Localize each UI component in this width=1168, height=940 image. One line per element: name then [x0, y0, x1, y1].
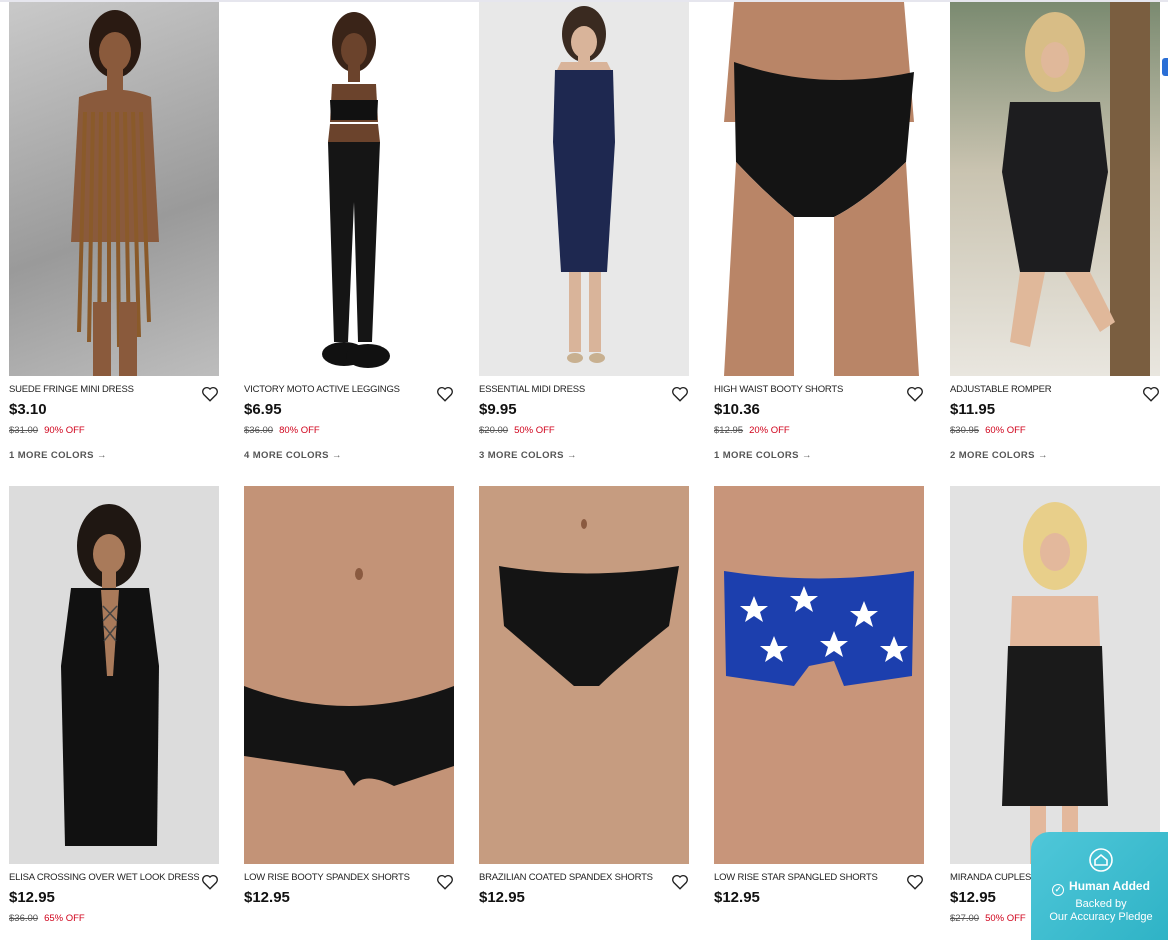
heart-outline-icon[interactable] — [671, 385, 689, 403]
product-image[interactable] — [9, 486, 219, 864]
product-image[interactable] — [479, 2, 689, 376]
product-card[interactable]: ADJUSTABLE ROMPER $11.95 $30.95 60% OFF 2… — [950, 2, 1160, 472]
product-price: $9.95 — [479, 401, 517, 418]
original-price: $27.00 — [950, 913, 980, 924]
product-image[interactable] — [479, 486, 689, 864]
heart-outline-icon[interactable] — [906, 385, 924, 403]
product-image[interactable] — [950, 2, 1160, 376]
heart-outline-icon[interactable] — [201, 873, 219, 891]
product-price: $12.95 — [950, 889, 996, 906]
product-name[interactable]: BRAZILIAN COATED SPANDEX SHORTS — [479, 872, 669, 883]
product-name[interactable]: VICTORY MOTO ACTIVE LEGGINGS — [244, 384, 434, 395]
product-image[interactable] — [950, 486, 1160, 864]
more-colors-link[interactable]: 3 MORE COLORS → — [479, 450, 577, 461]
product-price: $12.95 — [479, 889, 525, 906]
product-name[interactable]: SUEDE FRINGE MINI DRESS — [9, 384, 199, 395]
discount-label: 50% OFF — [514, 425, 555, 436]
heart-outline-icon[interactable] — [906, 873, 924, 891]
heart-outline-icon[interactable] — [436, 873, 454, 891]
sale-info: $36.00 65% OFF — [9, 913, 85, 924]
product-name[interactable]: ELISA CROSSING OVER WET LOOK DRESS — [9, 872, 199, 883]
product-card[interactable]: ESSENTIAL MIDI DRESS $9.95 $20.00 50% OFF… — [479, 2, 689, 472]
more-colors-link[interactable]: 1 MORE COLORS → — [9, 450, 107, 461]
heart-outline-icon[interactable] — [1142, 385, 1160, 403]
discount-label: 20% OFF — [749, 425, 790, 436]
product-card[interactable]: SUEDE FRINGE MINI DRESS $3.10 $31.00 90% … — [9, 2, 219, 472]
sale-info: $31.00 90% OFF — [9, 425, 85, 436]
sale-info: $30.95 60% OFF — [950, 425, 1026, 436]
product-name[interactable]: LOW RISE STAR SPANGLED SHORTS — [714, 872, 904, 883]
discount-label: 80% OFF — [279, 425, 320, 436]
original-price: $31.00 — [9, 425, 39, 436]
sale-info: $20.00 50% OFF — [479, 425, 555, 436]
more-colors-link[interactable]: 4 MORE COLORS → — [244, 450, 342, 461]
original-price: $12.95 — [714, 425, 744, 436]
discount-label: 60% OFF — [985, 425, 1026, 436]
more-colors-link[interactable]: 1 MORE COLORS → — [714, 450, 812, 461]
discount-label: 90% OFF — [44, 425, 85, 436]
product-card[interactable]: VICTORY MOTO ACTIVE LEGGINGS $6.95 $36.0… — [244, 2, 454, 472]
heart-outline-icon[interactable] — [671, 873, 689, 891]
product-image[interactable] — [9, 2, 219, 376]
product-card[interactable]: ELISA CROSSING OVER WET LOOK DRESS $12.9… — [9, 486, 219, 940]
badge-line2: Our Accuracy Pledge — [1049, 911, 1153, 923]
product-card[interactable]: LOW RISE BOOTY SPANDEX SHORTS $12.95 — [244, 486, 454, 940]
sale-info: $12.95 20% OFF — [714, 425, 790, 436]
more-colors-link[interactable]: 2 MORE COLORS → — [950, 450, 1048, 461]
product-image[interactable] — [244, 486, 454, 864]
original-price: $20.00 — [479, 425, 509, 436]
product-card[interactable]: HIGH WAIST BOOTY SHORTS $10.36 $12.95 20%… — [714, 2, 924, 472]
heart-outline-icon[interactable] — [436, 385, 454, 403]
house-shield-icon — [1089, 848, 1113, 872]
product-price: $11.95 — [950, 401, 996, 418]
badge-title: ✓ Human Added — [1031, 879, 1168, 896]
product-price: $12.95 — [714, 889, 760, 906]
product-card[interactable]: BRAZILIAN COATED SPANDEX SHORTS $12.95 — [479, 486, 689, 940]
discount-label: 65% OFF — [44, 913, 85, 924]
product-price: $12.95 — [244, 889, 290, 906]
product-price: $12.95 — [9, 889, 55, 906]
product-price: $6.95 — [244, 401, 282, 418]
sale-info: $27.00 50% OFF — [950, 913, 1026, 924]
sale-info: $36.00 80% OFF — [244, 425, 320, 436]
accuracy-pledge-badge[interactable]: ✓ Human Added Backed by Our Accuracy Pled… — [1031, 832, 1168, 940]
product-price: $10.36 — [714, 401, 760, 418]
product-name[interactable]: HIGH WAIST BOOTY SHORTS — [714, 384, 904, 395]
badge-subtitle: Backed by Our Accuracy Pledge — [1031, 898, 1168, 924]
product-image[interactable] — [714, 2, 924, 376]
discount-label: 50% OFF — [985, 913, 1026, 924]
product-price: $3.10 — [9, 401, 47, 418]
side-feedback-tab[interactable] — [1162, 58, 1168, 76]
original-price: $36.00 — [244, 425, 274, 436]
original-price: $36.00 — [9, 913, 39, 924]
badge-line1: Backed by — [1075, 898, 1127, 910]
product-image[interactable] — [244, 2, 454, 376]
product-card[interactable]: LOW RISE STAR SPANGLED SHORTS $12.95 — [714, 486, 924, 940]
product-image[interactable] — [714, 486, 924, 864]
product-name[interactable]: LOW RISE BOOTY SPANDEX SHORTS — [244, 872, 434, 883]
check-circle-icon: ✓ — [1052, 884, 1065, 896]
heart-outline-icon[interactable] — [201, 385, 219, 403]
product-name[interactable]: ADJUSTABLE ROMPER — [950, 384, 1140, 395]
original-price: $30.95 — [950, 425, 980, 436]
product-name[interactable]: ESSENTIAL MIDI DRESS — [479, 384, 669, 395]
